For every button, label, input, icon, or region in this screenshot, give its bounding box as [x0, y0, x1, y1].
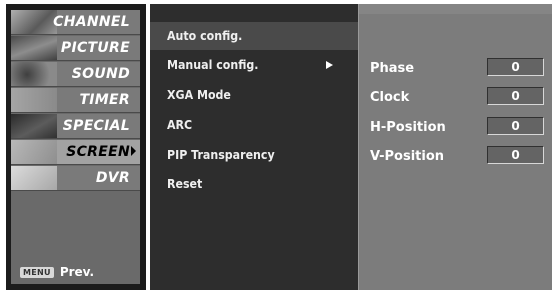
phase-value-field[interactable]: 0	[487, 58, 544, 76]
screen-submenu-panel: Auto config. Manual config. XGA Mode ARC…	[150, 4, 358, 290]
clock-value-field[interactable]: 0	[487, 87, 544, 105]
main-menu-panel: CHANNEL PICTURE SOUND TIMER SPECIAL SCRE…	[6, 4, 146, 290]
submenu-item-label: Reset	[167, 177, 203, 191]
menu-key-icon: MENU	[20, 266, 54, 278]
sound-thumbnail-icon	[11, 62, 57, 86]
submenu-item-pip-transparency[interactable]: PIP Transparency	[150, 141, 358, 169]
menu-item-label: SPECIAL	[62, 118, 130, 134]
setting-row-h-position[interactable]: H-Position 0	[359, 117, 553, 139]
menu-item-picture[interactable]: PICTURE	[11, 36, 140, 61]
submenu-arrow-icon	[131, 146, 136, 156]
special-thumbnail-icon	[11, 114, 57, 138]
menu-item-dvr[interactable]: DVR	[11, 166, 140, 191]
menu-item-label: TIMER	[79, 92, 130, 108]
play-arrow-icon	[326, 61, 333, 69]
setting-label: V-Position	[370, 149, 445, 164]
prev-label: Prev.	[59, 265, 95, 279]
menu-item-label: SCREEN	[66, 144, 136, 160]
submenu-item-label: Auto config.	[167, 29, 243, 43]
menu-item-sound[interactable]: SOUND	[11, 62, 140, 87]
channel-thumbnail-icon	[11, 10, 57, 34]
main-menu-list: CHANNEL PICTURE SOUND TIMER SPECIAL SCRE…	[11, 10, 140, 284]
menu-item-label: PICTURE	[60, 40, 130, 56]
submenu-item-manual-config[interactable]: Manual config.	[150, 51, 358, 79]
menu-item-label: DVR	[95, 170, 130, 186]
submenu-item-label: XGA Mode	[167, 88, 231, 102]
setting-label: H-Position	[370, 120, 446, 135]
v-position-value-field[interactable]: 0	[487, 146, 544, 164]
menu-item-screen[interactable]: SCREEN	[11, 140, 140, 165]
setting-label: Phase	[370, 61, 415, 76]
setting-row-clock[interactable]: Clock 0	[359, 87, 553, 109]
submenu-item-xga-mode[interactable]: XGA Mode	[150, 81, 358, 109]
menu-item-label: CHANNEL	[53, 14, 130, 30]
setting-label: Clock	[370, 90, 410, 105]
submenu-item-auto-config[interactable]: Auto config.	[150, 22, 358, 50]
menu-item-special[interactable]: SPECIAL	[11, 114, 140, 139]
picture-thumbnail-icon	[11, 36, 57, 60]
submenu-item-label: ARC	[167, 118, 193, 132]
setting-row-v-position[interactable]: V-Position 0	[359, 146, 553, 168]
dvr-thumbnail-icon	[11, 166, 57, 190]
timer-thumbnail-icon	[11, 88, 57, 112]
prev-hint[interactable]: MENU Prev.	[20, 264, 94, 280]
screen-thumbnail-icon	[11, 140, 57, 164]
manual-config-panel: Phase 0 Clock 0 H-Position 0 V-Position …	[358, 4, 552, 290]
menu-item-label: SOUND	[71, 66, 130, 82]
menu-item-channel[interactable]: CHANNEL	[11, 10, 140, 35]
menu-item-timer[interactable]: TIMER	[11, 88, 140, 113]
submenu-item-label: PIP Transparency	[167, 148, 275, 162]
setting-row-phase[interactable]: Phase 0	[359, 58, 553, 80]
submenu-item-arc[interactable]: ARC	[150, 111, 358, 139]
submenu-item-reset[interactable]: Reset	[150, 170, 358, 198]
manual-config-body: Phase 0 Clock 0 H-Position 0 V-Position …	[359, 14, 552, 290]
submenu-item-label: Manual config.	[167, 58, 259, 72]
h-position-value-field[interactable]: 0	[487, 117, 544, 135]
